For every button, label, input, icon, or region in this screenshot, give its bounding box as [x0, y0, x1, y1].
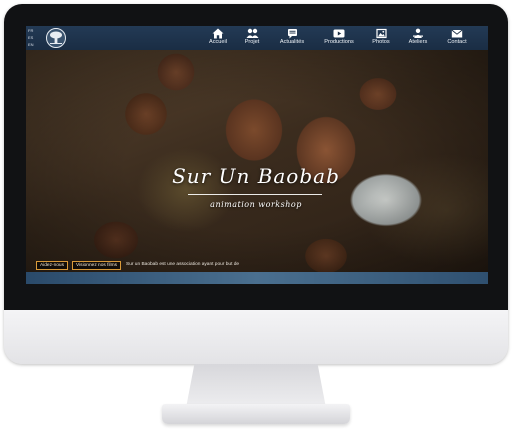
site-title: Sur Un Baobab [172, 164, 340, 188]
nav-label: Projet [244, 39, 260, 45]
nav-ateliers[interactable]: Ateliers [406, 28, 430, 48]
home-icon [212, 28, 224, 39]
watch-films-button[interactable]: Visionnez nos films [72, 261, 121, 270]
nav-contact[interactable]: Contact [444, 28, 470, 48]
lang-en[interactable]: EN [28, 41, 38, 48]
nav-label: Photos [372, 39, 390, 45]
baobab-logo[interactable] [46, 28, 66, 48]
screen: FR ES EN Accueil Projet Actualités Produ… [26, 26, 488, 284]
video-play-icon [333, 29, 345, 38]
monitor-stand-neck [186, 364, 326, 408]
help-us-button[interactable]: Aidez-nous [36, 261, 68, 270]
nav-label: Actualités [279, 39, 305, 45]
nav-productions[interactable]: Productions [322, 28, 356, 48]
envelope-icon [451, 29, 463, 38]
lang-es[interactable]: ES [28, 34, 38, 41]
monitor-chin [4, 310, 508, 364]
nav-label: Accueil [208, 39, 228, 45]
language-switcher: FR ES EN [28, 27, 38, 48]
people-icon [246, 28, 258, 38]
photo-icon [375, 28, 387, 39]
intro-text: Sur un Baobab est une association ayant … [126, 262, 240, 267]
nav-accueil[interactable]: Accueil [206, 28, 230, 48]
baobab-tree-icon [50, 31, 62, 44]
lang-fr[interactable]: FR [28, 27, 38, 34]
site-subtitle: animation workshop [210, 200, 302, 209]
top-navigation: FR ES EN Accueil Projet Actualités Produ… [26, 26, 488, 50]
workshop-icon [413, 28, 423, 38]
news-icon [287, 29, 297, 39]
nav-label: Contact [447, 39, 467, 45]
nav-actualites[interactable]: Actualités [277, 28, 307, 48]
title-divider [188, 194, 322, 195]
nav-label: Productions [324, 39, 354, 45]
footer-band [26, 272, 488, 284]
monitor-stand-base [162, 404, 350, 424]
nav-projet[interactable]: Projet [241, 28, 263, 48]
nav-label: Ateliers [408, 39, 428, 45]
nav-photos[interactable]: Photos [370, 28, 392, 48]
